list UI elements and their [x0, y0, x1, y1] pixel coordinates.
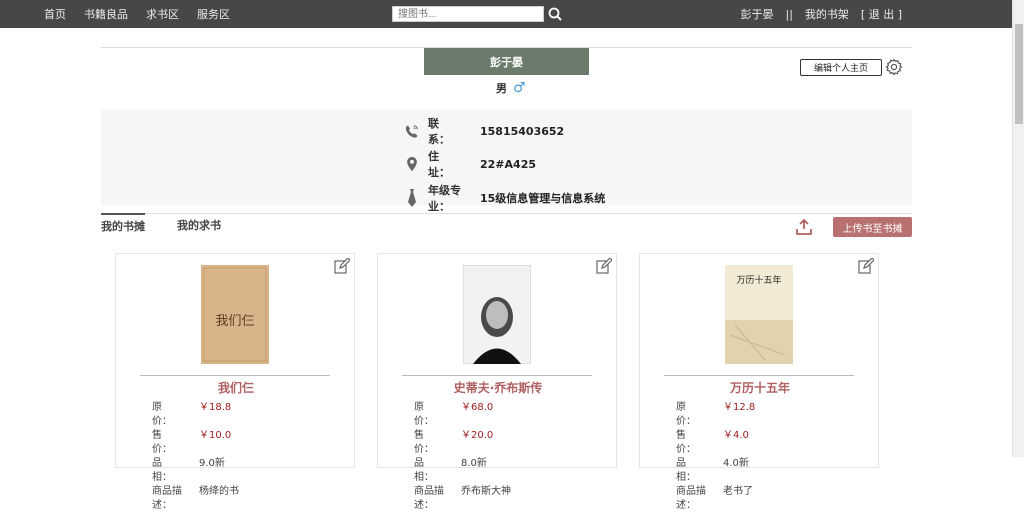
orig-price: ￥68.0 — [461, 402, 494, 413]
profile-name: 彭于晏 — [424, 48, 589, 75]
book-title[interactable]: 万历十五年 — [640, 379, 880, 396]
sale-price: ￥20.0 — [461, 430, 494, 441]
orig-price: ￥12.8 — [723, 402, 756, 413]
description: 杨绛的书 — [199, 486, 239, 497]
my-shelf-link[interactable]: 我的书架 — [805, 6, 849, 22]
nav-books[interactable]: 书籍良品 — [84, 6, 128, 22]
phone-icon — [404, 123, 420, 139]
desc-label: 商品描述： — [676, 486, 706, 511]
phone-label: 联 系： — [428, 117, 461, 146]
nav-home[interactable]: 首页 — [44, 6, 66, 22]
user-name-link[interactable]: 彭于晏 — [741, 6, 774, 22]
search-input[interactable] — [392, 6, 544, 22]
nav-wanted[interactable]: 求书区 — [146, 6, 179, 22]
address-label: 住 址： — [428, 150, 461, 179]
condition-label: 品 相： — [152, 458, 182, 483]
book-details: 原 价： ￥12.8 售 价： ￥4.0 品 相： 4.0新 商品描述： 老书了 — [676, 401, 755, 513]
cover-title: 万历十五年 — [736, 274, 781, 286]
edit-icon[interactable] — [858, 258, 874, 274]
sale-price-label: 售 价： — [152, 430, 182, 455]
gender-info: 男 ♂ — [496, 80, 526, 96]
book-cover-image — [463, 265, 531, 364]
male-icon: ♂ — [513, 80, 526, 96]
book-card[interactable]: 史蒂夫·乔布斯传 原 价： ￥68.0 售 价： ￥20.0 品 相： 8.0新 商品… — [377, 253, 618, 511]
description: 老书了 — [723, 486, 753, 497]
divider — [402, 375, 592, 376]
book-title[interactable]: 我们仨 — [116, 379, 356, 396]
orig-price-label: 原 价： — [676, 402, 706, 427]
tab-bar: 我的书摊 我的求书 上传书至书摊 — [101, 213, 912, 241]
location-pin-icon — [404, 156, 420, 172]
nav-separator: || — [785, 7, 793, 21]
divider — [140, 375, 330, 376]
phone-value: 15815403652 — [480, 124, 565, 138]
condition: 4.0新 — [723, 458, 749, 469]
book-cover-image: 万历十五年 — [725, 265, 793, 364]
edit-profile-button[interactable]: 编辑个人主页 — [800, 59, 882, 76]
gear-icon[interactable] — [885, 58, 903, 76]
desc-label: 商品描述： — [152, 486, 182, 511]
desc-label: 商品描述： — [414, 486, 444, 511]
book-details: 原 价： ￥18.8 售 价： ￥10.0 品 相： 9.0新 商品描述： 杨绛的书 — [152, 401, 239, 513]
sale-price: ￥10.0 — [199, 430, 232, 441]
book-cover-image: 我们仨 — [201, 265, 269, 364]
main-nav: 首页 书籍良品 求书区 服务区 — [44, 0, 230, 28]
major-value: 15级信息管理与信息系统 — [480, 192, 606, 205]
profile-info-panel: 联 系： 15815403652 住 址： 22#A425 年级专业： 15级信… — [101, 109, 912, 213]
major-label: 年级专业： — [428, 184, 461, 213]
edit-icon[interactable] — [334, 258, 350, 274]
tie-icon — [404, 189, 420, 207]
condition: 9.0新 — [199, 458, 225, 469]
orig-price: ￥18.8 — [199, 402, 232, 413]
search-icon[interactable] — [548, 7, 562, 21]
major-row: 年级专业： 15级信息管理与信息系统 — [404, 182, 605, 214]
condition-label: 品 相： — [676, 458, 706, 483]
tab-my-wanted[interactable]: 我的求书 — [177, 217, 221, 233]
book-card[interactable]: 万历十五年 万历十五年 原 价： ￥12.8 售 价： ￥4.0 品 相： 4.0新 … — [639, 253, 880, 511]
logout-link[interactable]: [ 退 出 ] — [861, 6, 902, 22]
condition: 8.0新 — [461, 458, 487, 469]
scrollbar-thumb[interactable] — [1015, 24, 1023, 124]
orig-price-label: 原 价： — [414, 402, 444, 427]
condition-label: 品 相： — [414, 458, 444, 483]
upload-to-stall-button[interactable]: 上传书至书摊 — [833, 217, 912, 237]
cover-title: 我们仨 — [215, 314, 254, 329]
edit-icon[interactable] — [596, 258, 612, 274]
tab-my-stall[interactable]: 我的书摊 — [101, 213, 145, 234]
user-nav: 彭于晏 || 我的书架 [ 退 出 ] — [741, 0, 903, 28]
scrollbar[interactable] — [1012, 0, 1024, 457]
nav-service[interactable]: 服务区 — [197, 6, 230, 22]
top-navbar: 首页 书籍良品 求书区 服务区 彭于晏 || 我的书架 [ 退 出 ] — [0, 0, 1012, 28]
address-value: 22#A425 — [480, 157, 536, 171]
sale-price: ￥4.0 — [723, 430, 749, 441]
address-row: 住 址： 22#A425 — [404, 148, 536, 180]
book-title[interactable]: 史蒂夫·乔布斯传 — [378, 379, 618, 396]
sale-price-label: 售 价： — [414, 430, 444, 455]
upload-icon[interactable] — [795, 218, 813, 236]
gender-text: 男 — [496, 82, 507, 95]
book-card[interactable]: 我们仨 我们仨 原 价： ￥18.8 售 价： ￥10.0 品 相： 9.0新 商品描… — [115, 253, 356, 511]
book-details: 原 价： ￥68.0 售 价： ￥20.0 品 相： 8.0新 商品描述： 乔布斯大神 — [414, 401, 511, 513]
orig-price-label: 原 价： — [152, 402, 182, 427]
phone-row: 联 系： 15815403652 — [404, 115, 564, 147]
divider — [664, 375, 854, 376]
description: 乔布斯大神 — [461, 486, 511, 497]
sale-price-label: 售 价： — [676, 430, 706, 455]
